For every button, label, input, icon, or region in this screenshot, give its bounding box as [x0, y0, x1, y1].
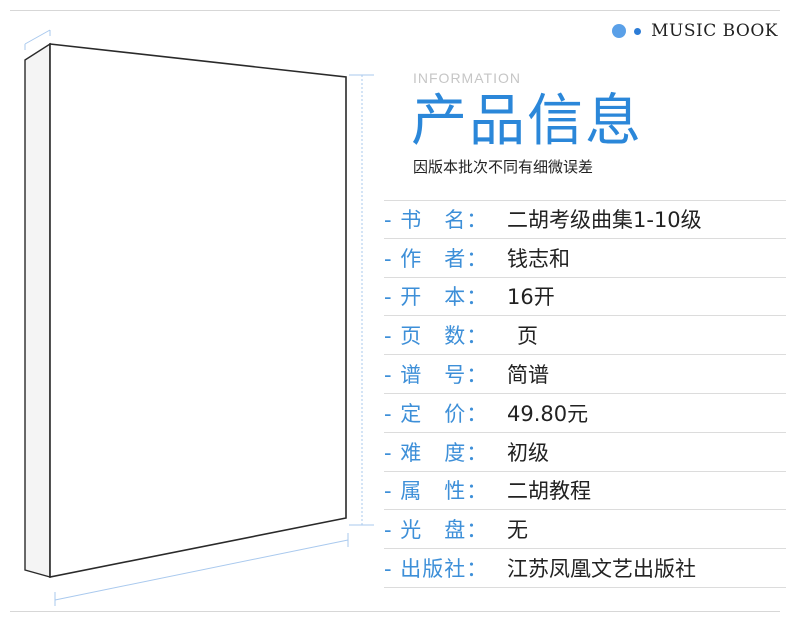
spec-row-price: - 定 价： 49.80元	[384, 394, 786, 433]
spec-row-pages: - 页 数： 页	[384, 316, 786, 356]
spec-row-cd: - 光 盘： 无	[384, 510, 786, 550]
spec-row-publisher: - 出版社： 江苏凤凰文艺出版社	[384, 549, 786, 588]
spec-row-title: - 书 名： 二胡考级曲集1-10级	[384, 200, 786, 239]
spec-value: 页	[517, 324, 538, 349]
spec-list: - 书 名： 二胡考级曲集1-10级 - 作 者： 钱志和 - 开 本： 16开…	[384, 200, 786, 588]
dot-small-icon	[634, 27, 642, 35]
info-label: INFORMATION	[413, 70, 521, 86]
spec-value: 16开	[507, 285, 555, 310]
version-note: 因版本批次不同有细微误差	[413, 158, 594, 176]
spec-value: 二胡教程	[507, 479, 591, 504]
dot-large-icon	[612, 24, 627, 38]
spec-value: 无	[507, 518, 528, 543]
spec-label: - 光 盘：	[384, 518, 489, 543]
spec-value: 钱志和	[507, 246, 570, 271]
spec-value: 简谱	[507, 363, 549, 388]
spec-label: - 谱 号：	[384, 363, 489, 388]
spec-label: - 页 数：	[384, 324, 489, 349]
spec-label: - 定 价：	[384, 401, 489, 426]
spec-row-format: - 开 本： 16开	[384, 278, 786, 317]
spec-label: - 书 名：	[384, 208, 489, 233]
spec-label: - 属 性：	[384, 479, 489, 504]
bottom-divider	[10, 611, 780, 612]
brand-header: MUSIC BOOK	[612, 16, 778, 46]
spec-row-difficulty: - 难 度： 初级	[384, 433, 786, 472]
spec-value: 江苏凤凰文艺出版社	[507, 557, 696, 582]
spec-row-category: - 属 性： 二胡教程	[384, 472, 786, 511]
spec-label: - 出版社：	[384, 557, 489, 582]
spec-row-notation: - 谱 号： 简谱	[384, 355, 786, 394]
spec-row-author: - 作 者： 钱志和	[384, 239, 786, 278]
page-title: 产品信息	[411, 89, 643, 154]
spec-value: 二胡考级曲集1-10级	[507, 208, 702, 233]
spec-label: - 难 度：	[384, 440, 489, 465]
spec-label: - 作 者：	[384, 246, 489, 271]
spec-value: 初级	[507, 440, 549, 465]
spec-label: - 开 本：	[384, 285, 489, 310]
spec-value: 49.80元	[507, 401, 589, 426]
book-cover-icon	[24, 29, 374, 606]
brand-title: MUSIC BOOK	[651, 21, 778, 41]
